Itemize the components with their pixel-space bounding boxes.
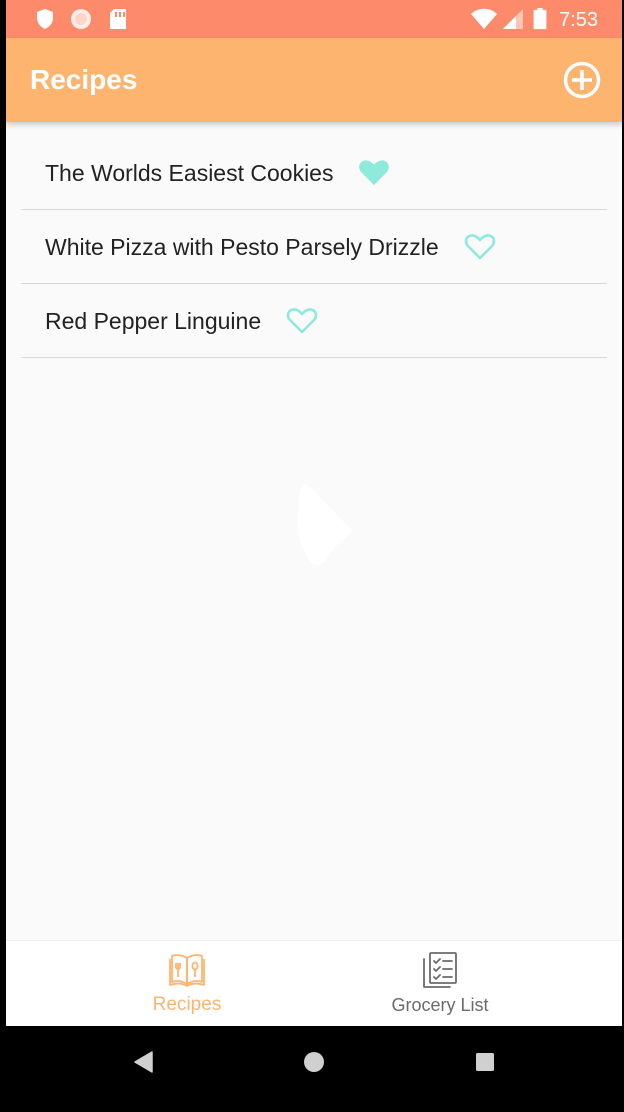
back-icon[interactable] xyxy=(132,1050,154,1074)
status-bar: 7:53 xyxy=(6,0,622,38)
recipe-name: The Worlds Easiest Cookies xyxy=(45,159,334,186)
app-bar: Recipes xyxy=(6,38,622,122)
heart-outline-icon[interactable] xyxy=(285,306,319,336)
recipe-book-icon xyxy=(169,954,205,987)
recents-icon[interactable] xyxy=(474,1050,496,1074)
recipe-name: White Pizza with Pesto Parsely Drizzle xyxy=(45,233,439,260)
battery-icon xyxy=(533,8,547,30)
app-screen: 7:53 Recipes The Worlds Easiest Cookies … xyxy=(6,0,622,1026)
circle-notification-icon xyxy=(71,9,91,29)
cell-signal-icon xyxy=(503,9,523,29)
shield-icon xyxy=(37,9,53,29)
tab-grocery-list[interactable]: Grocery List xyxy=(315,941,565,1026)
system-navigation-bar xyxy=(0,1026,624,1112)
page-title: Recipes xyxy=(30,64,138,95)
tab-recipes-label: Recipes xyxy=(152,994,222,1015)
wifi-icon xyxy=(471,8,497,29)
status-time: 7:53 xyxy=(559,9,598,31)
recipe-name: Red Pepper Linguine xyxy=(45,307,262,334)
list-item[interactable]: Red Pepper Linguine xyxy=(21,284,607,358)
heart-filled-icon[interactable] xyxy=(357,158,391,188)
home-icon[interactable] xyxy=(302,1050,326,1074)
bottom-navigation: Recipes Grocery List xyxy=(6,940,622,1026)
tab-grocery-list-label: Grocery List xyxy=(391,995,489,1015)
add-circle-icon xyxy=(563,61,601,99)
tab-recipes[interactable]: Recipes xyxy=(62,941,312,1026)
recipe-list: The Worlds Easiest Cookies White Pizza w… xyxy=(21,136,607,358)
sd-card-icon xyxy=(110,9,126,29)
list-item[interactable]: White Pizza with Pesto Parsely Drizzle xyxy=(21,210,607,284)
heart-outline-icon[interactable] xyxy=(463,232,497,262)
background-watermark xyxy=(297,484,352,566)
add-recipe-button[interactable] xyxy=(562,60,602,100)
checklist-icon xyxy=(423,952,457,988)
list-item[interactable]: The Worlds Easiest Cookies xyxy=(21,136,607,210)
